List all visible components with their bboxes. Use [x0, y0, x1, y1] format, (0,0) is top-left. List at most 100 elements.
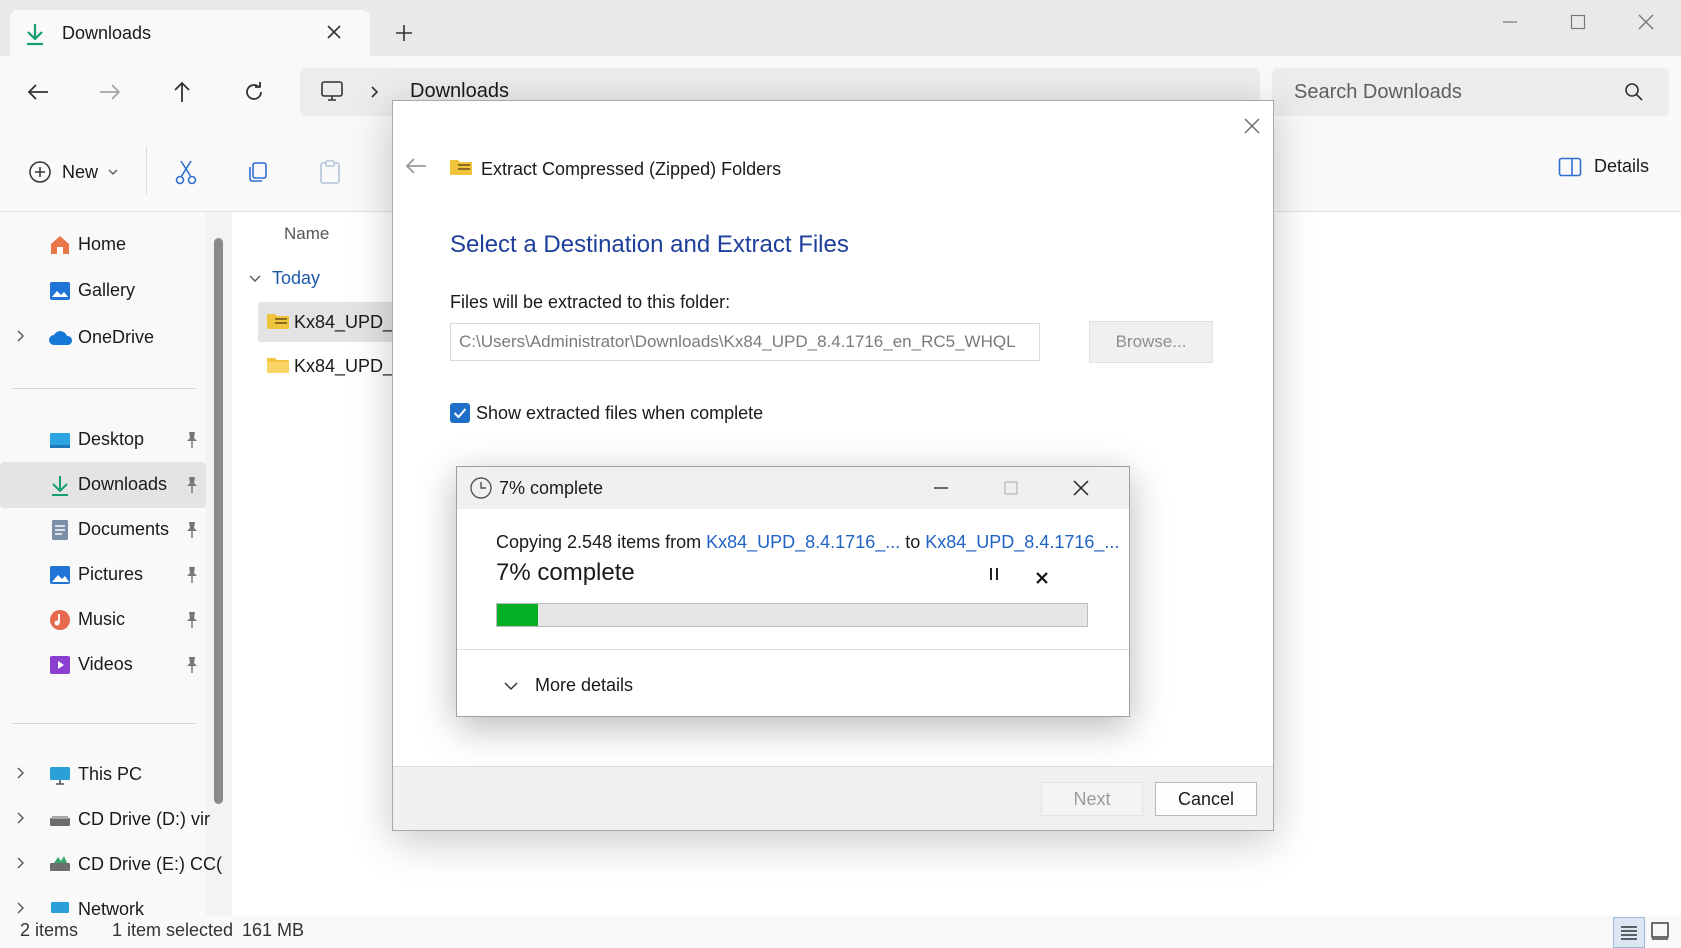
maximize-icon[interactable] [1556, 8, 1600, 36]
pin-icon[interactable] [184, 566, 200, 584]
sidebar-item-label: Music [78, 609, 126, 629]
next-button[interactable]: Next [1041, 782, 1143, 816]
status-bar: 2 items 1 item selected 161 MB [0, 916, 1681, 948]
chevron-right-icon[interactable] [16, 811, 26, 825]
tab-downloads[interactable]: Downloads [10, 10, 370, 56]
minimize-icon[interactable] [1488, 8, 1532, 36]
sidebar-item-documents[interactable]: Documents [0, 507, 206, 553]
sidebar-item-label: Downloads [78, 474, 168, 494]
file-row[interactable]: Kx84_UPD_8 [258, 346, 403, 386]
sidebar-item-desktop[interactable]: Desktop [0, 417, 206, 463]
sidebar-item-label: Pictures [78, 564, 144, 584]
cancel-button[interactable]: Cancel [1155, 782, 1257, 816]
new-tab-icon[interactable] [395, 24, 413, 42]
sidebar-item-label: Gallery [78, 280, 136, 300]
monitor-icon [48, 763, 72, 787]
sidebar-item-cd-drive-d[interactable]: CD Drive (D:) vir [0, 797, 210, 843]
group-header-today[interactable]: Today [248, 268, 320, 289]
new-button[interactable]: New [28, 156, 118, 188]
documents-icon [48, 518, 72, 542]
sidebar-item-onedrive[interactable]: OneDrive [0, 315, 206, 361]
sidebar-item-label: Videos [78, 654, 133, 674]
sidebar-item-network[interactable]: Network [0, 887, 206, 916]
selection-count: 1 item selected [112, 920, 234, 940]
sidebar-item-cd-drive-e[interactable]: CD Drive (E:) CC( [0, 842, 222, 888]
details-label: Details [1594, 156, 1650, 176]
sidebar-item-label: Network [78, 899, 145, 916]
this-pc-icon[interactable] [320, 80, 344, 102]
navigation-pane: Home Gallery OneDrive Desktop Downloads [0, 212, 222, 916]
close-window-icon[interactable] [1624, 8, 1668, 36]
sidebar-item-music[interactable]: Music [0, 597, 206, 643]
videos-icon [48, 653, 72, 677]
large-icons-view-icon[interactable] [1650, 921, 1670, 941]
pause-icon[interactable] [987, 567, 1001, 581]
sidebar-item-downloads[interactable]: Downloads [0, 462, 206, 508]
up-arrow-icon[interactable] [162, 72, 202, 112]
file-row[interactable]: Kx84_UPD_8 [258, 302, 403, 342]
plus-circle-icon [28, 160, 52, 184]
gallery-icon [48, 279, 72, 303]
back-arrow-icon[interactable] [405, 157, 427, 175]
copy-icon[interactable] [240, 154, 276, 190]
column-header-name[interactable]: Name [284, 224, 329, 244]
progress-divider [457, 649, 1129, 650]
details-pane-icon [1558, 157, 1582, 177]
paste-icon[interactable] [312, 154, 348, 190]
more-details-toggle[interactable]: More details [503, 675, 633, 696]
cloud-icon [48, 326, 73, 350]
chevron-right-icon[interactable] [16, 856, 26, 870]
sidebar-divider [13, 723, 195, 724]
details-view-icon[interactable] [1613, 917, 1645, 948]
breadcrumb-chevron-icon[interactable] [370, 85, 380, 99]
minimize-icon[interactable] [921, 473, 961, 503]
sidebar-item-this-pc[interactable]: This PC [0, 752, 206, 798]
show-files-checkbox[interactable] [450, 403, 470, 423]
new-label: New [62, 161, 99, 182]
browse-button[interactable]: Browse... [1089, 321, 1213, 363]
chevron-right-icon[interactable] [16, 901, 26, 915]
sidebar-item-label: Desktop [78, 429, 145, 449]
cancel-copy-icon[interactable] [1029, 565, 1055, 591]
pin-icon[interactable] [184, 431, 200, 449]
sidebar-item-home[interactable]: Home [0, 222, 206, 268]
cut-icon[interactable] [168, 154, 204, 190]
sidebar-item-label: CD Drive (E:) CC( [78, 854, 222, 874]
sidebar-item-label: Home [78, 234, 127, 254]
show-files-label[interactable]: Show extracted files when complete [476, 403, 763, 424]
dialog-heading: Select a Destination and Extract Files [450, 231, 849, 258]
pin-icon[interactable] [184, 476, 200, 494]
search-icon[interactable] [1624, 82, 1644, 102]
destination-link[interactable]: Kx84_UPD_8.4.1716_... [925, 532, 1119, 552]
details-pane-button[interactable]: Details [1558, 156, 1649, 177]
close-icon[interactable] [1061, 473, 1101, 503]
search-input[interactable]: Search Downloads [1272, 68, 1669, 116]
pin-icon[interactable] [184, 611, 200, 629]
chevron-right-icon[interactable] [16, 766, 26, 780]
copy-progress-dialog: 7% complete Copying 2.548 items from Kx8… [456, 466, 1130, 717]
maximize-icon[interactable] [991, 473, 1031, 503]
chevron-right-icon[interactable] [16, 329, 26, 343]
source-link[interactable]: Kx84_UPD_8.4.1716_... [706, 532, 900, 552]
sidebar-divider [13, 388, 195, 389]
title-bar: Downloads [0, 0, 1681, 56]
file-name: Kx84_UPD_8 [294, 312, 404, 332]
sidebar-item-label: Documents [78, 519, 170, 539]
pin-icon[interactable] [184, 656, 200, 674]
sidebar-scrollbar[interactable] [214, 238, 223, 804]
cd-drive-icon [48, 808, 72, 832]
progress-bar [496, 603, 1088, 627]
pin-icon[interactable] [184, 521, 200, 539]
back-arrow-icon[interactable] [18, 72, 58, 112]
forward-arrow-icon[interactable] [90, 72, 130, 112]
sidebar-item-gallery[interactable]: Gallery [0, 268, 206, 314]
sidebar-item-videos[interactable]: Videos [0, 642, 206, 688]
close-icon[interactable] [1237, 111, 1267, 141]
progress-fill [497, 604, 538, 626]
desktop-folder-icon [48, 428, 72, 452]
file-name: Kx84_UPD_8 [294, 356, 404, 376]
close-tab-icon[interactable] [326, 24, 342, 40]
refresh-icon[interactable] [234, 72, 274, 112]
sidebar-item-pictures[interactable]: Pictures [0, 552, 206, 598]
destination-path-field[interactable]: C:\Users\Administrator\Downloads\Kx84_UP… [450, 323, 1040, 361]
